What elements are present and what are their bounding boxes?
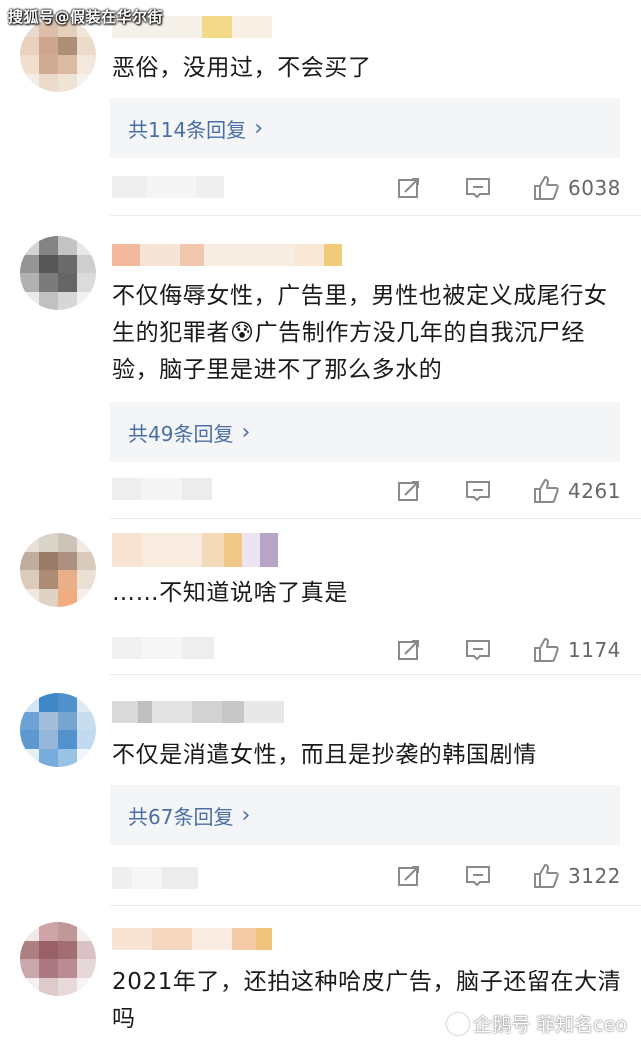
comment-icon[interactable] — [464, 478, 492, 504]
blurred-timestamp — [112, 867, 198, 889]
comment-text: 恶俗，没用过，不会买了 — [112, 55, 372, 81]
view-replies-button[interactable]: 共114条回复 › — [110, 98, 620, 158]
penguin-logo-icon — [447, 1012, 470, 1035]
blurred-timestamp — [112, 176, 224, 198]
chevron-right-icon: › — [254, 115, 263, 141]
avatar[interactable] — [20, 236, 96, 310]
blurred-username[interactable] — [112, 533, 278, 567]
chevron-right-icon: › — [241, 419, 251, 445]
avatar[interactable] — [20, 533, 96, 607]
blurred-timestamp — [112, 478, 212, 500]
comment-icon[interactable] — [464, 175, 492, 201]
like-count: 4261 — [568, 479, 621, 503]
watermark-bottom-text: 企鹅号 菲知名ceo — [473, 1014, 627, 1036]
blurred-username[interactable] — [112, 701, 284, 723]
repost-icon[interactable] — [396, 175, 422, 201]
reply-count: 共67条回复 — [128, 804, 234, 829]
like-icon[interactable] — [532, 636, 560, 664]
comment-text: ……不知道说啥了真是 — [112, 580, 348, 606]
action-bar: 4261 — [396, 476, 626, 506]
blurred-username[interactable] — [112, 928, 272, 950]
repost-icon[interactable] — [396, 863, 422, 889]
avatar[interactable] — [20, 922, 96, 996]
reply-count: 共114条回复 — [128, 117, 247, 142]
comment-2: 不仅侮辱女性，广告里，男性也被定义成尾行女生的犯罪者😰广告制作方没几年的自我沉尸… — [0, 216, 641, 519]
avatar[interactable] — [20, 18, 96, 92]
comment-4: 不仅是消遣女性，而且是抄袭的韩国剧情 共67条回复 › 3122 — [0, 675, 641, 906]
repost-icon[interactable] — [396, 637, 422, 663]
comment-icon[interactable] — [464, 863, 492, 889]
like-icon[interactable] — [532, 477, 560, 505]
like-count: 1174 — [568, 638, 621, 662]
view-replies-button[interactable]: 共49条回复 › — [110, 402, 620, 462]
comment-1: 恶俗，没用过，不会买了 共114条回复 › 6038 — [0, 0, 641, 216]
comment-text: 不仅是消遣女性，而且是抄袭的韩国剧情 — [112, 742, 537, 768]
avatar[interactable] — [20, 693, 96, 767]
like-icon[interactable] — [532, 174, 560, 202]
comment-3: ……不知道说啥了真是 1174 — [0, 519, 641, 675]
comment-icon[interactable] — [464, 637, 492, 663]
repost-icon[interactable] — [396, 478, 422, 504]
like-count: 6038 — [568, 176, 621, 200]
watermark-bottom: 企鹅号 菲知名ceo — [447, 1010, 627, 1037]
blurred-username[interactable] — [112, 244, 342, 266]
watermark-top: 搜狐号@假装在华尔街 — [8, 8, 164, 26]
like-icon[interactable] — [532, 862, 560, 890]
comment-text: 不仅侮辱女性，广告里，男性也被定义成尾行女生的犯罪者😰广告制作方没几年的自我沉尸… — [112, 283, 608, 383]
action-bar: 6038 — [396, 173, 626, 203]
like-count: 3122 — [568, 864, 621, 888]
reply-count: 共49条回复 — [128, 421, 234, 446]
action-bar: 1174 — [396, 635, 626, 665]
chevron-right-icon: › — [241, 802, 251, 828]
blurred-timestamp — [112, 637, 214, 659]
action-bar: 3122 — [396, 861, 626, 891]
view-replies-button[interactable]: 共67条回复 › — [110, 785, 620, 845]
